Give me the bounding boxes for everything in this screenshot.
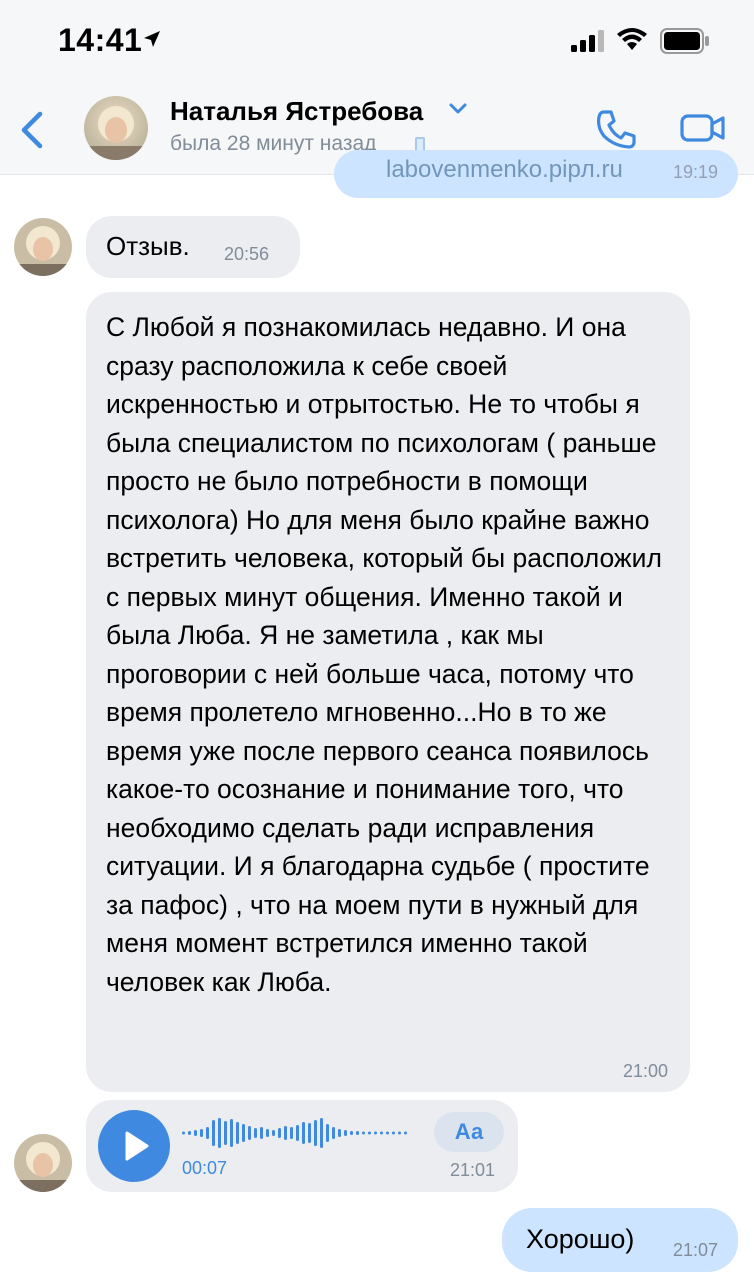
- dropdown-caret-icon[interactable]: [448, 102, 468, 121]
- back-chevron-icon[interactable]: [18, 110, 46, 155]
- message-time: 21:07: [672, 1240, 718, 1260]
- signal-icon: [571, 30, 605, 57]
- play-button[interactable]: [98, 1110, 170, 1182]
- message-text: Отзыв.: [106, 231, 190, 261]
- message-time: 20:56: [224, 244, 270, 264]
- transcribe-label: Аа: [454, 1119, 484, 1144]
- play-icon: [125, 1131, 149, 1161]
- status-bar: 14:41: [0, 0, 754, 84]
- incoming-message[interactable]: С Любой я познакомилась недавно. И она с…: [86, 292, 690, 1092]
- message-time: 21:01: [450, 1160, 496, 1180]
- transcribe-button[interactable]: Аа: [434, 1112, 504, 1152]
- status-time: 14:41: [58, 22, 143, 58]
- incoming-message[interactable]: Отзыв. 20:56: [86, 216, 300, 278]
- previous-message-text: labovenmenko.pipл.ru: [386, 156, 623, 183]
- wifi-icon: [616, 28, 648, 57]
- message-text: Хорошо): [526, 1224, 635, 1254]
- phone-call-icon[interactable]: [596, 108, 638, 155]
- message-time: 19:19: [672, 162, 718, 182]
- waveform-icon[interactable]: [182, 1114, 422, 1152]
- previous-message-bubble[interactable]: labovenmenko.pipл.ru 19:19: [334, 150, 738, 198]
- contact-name[interactable]: Наталья Ястребова: [170, 96, 423, 127]
- message-text: С Любой я познакомилась недавно. И она с…: [106, 312, 662, 997]
- location-arrow-icon: [142, 29, 162, 54]
- avatar[interactable]: [84, 96, 148, 160]
- avatar[interactable]: [14, 1134, 72, 1192]
- voice-message[interactable]: 00:07 Аа 21:01: [86, 1100, 518, 1192]
- message-time: 21:00: [622, 1061, 668, 1081]
- video-call-icon[interactable]: [680, 112, 726, 149]
- outgoing-message[interactable]: Хорошо) 21:07: [502, 1208, 738, 1272]
- message-list[interactable]: Отзыв. 20:56 С Любой я познакомилась нед…: [0, 174, 754, 1280]
- avatar[interactable]: [14, 218, 72, 276]
- battery-icon: [660, 28, 710, 59]
- voice-duration: 00:07: [182, 1158, 228, 1178]
